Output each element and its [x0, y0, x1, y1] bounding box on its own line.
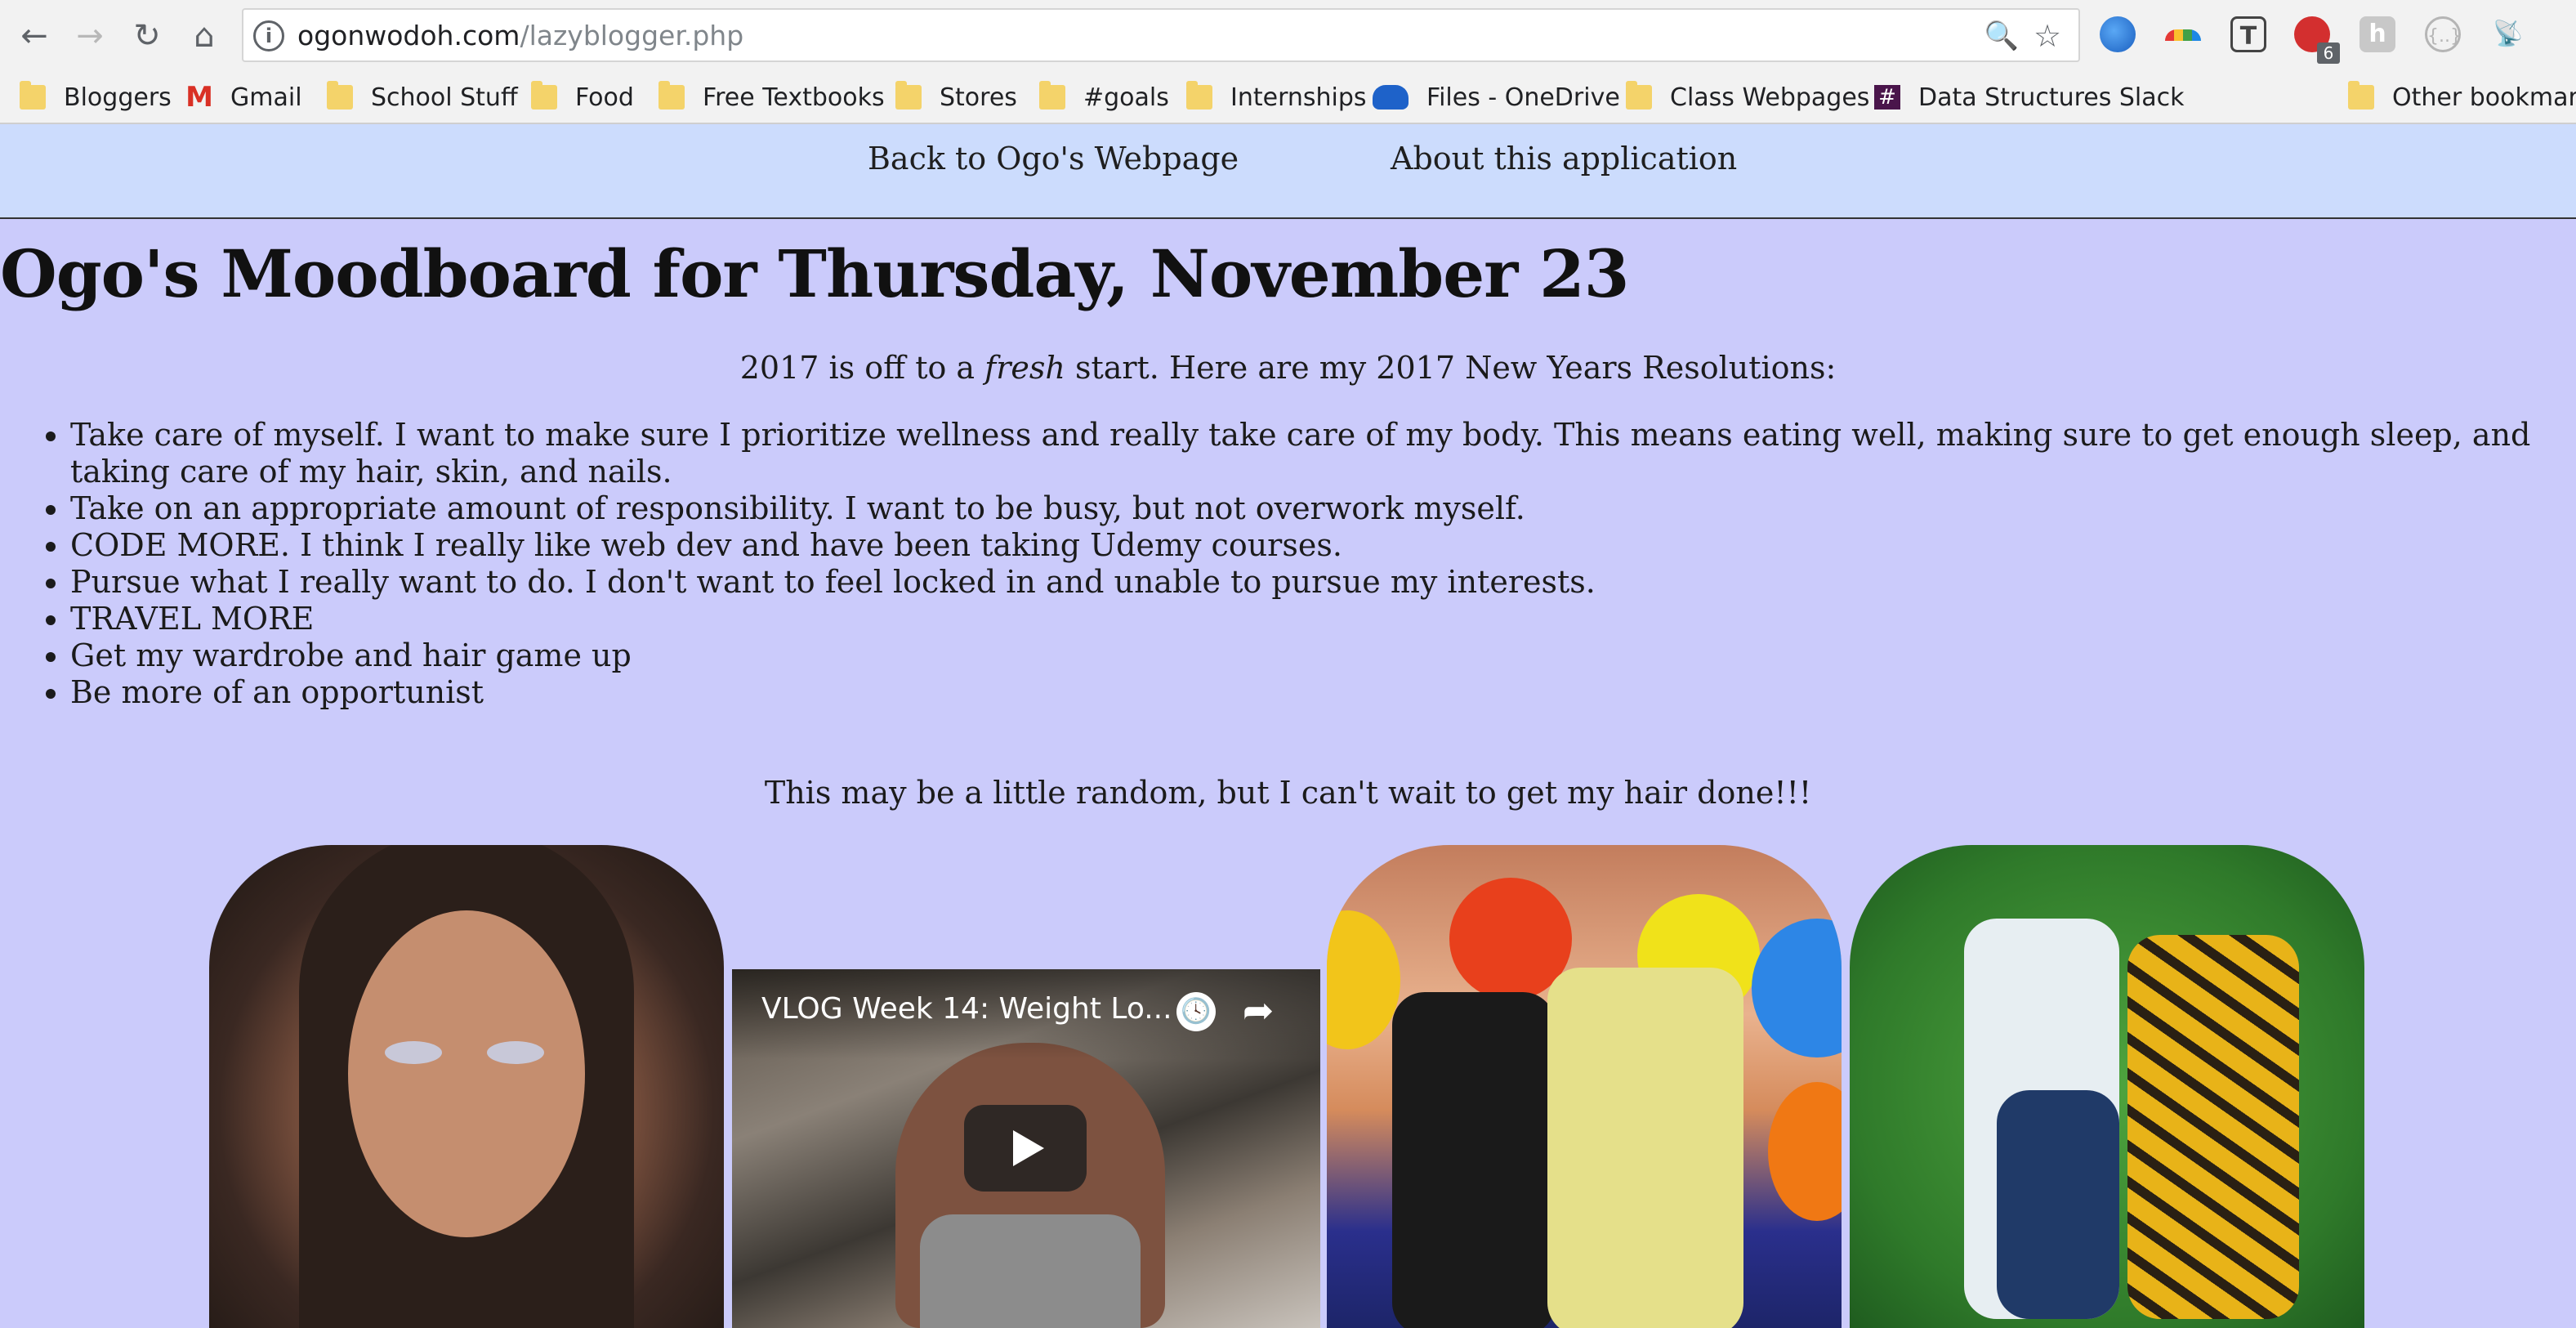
- list-item: Pursue what I really want to do. I don't…: [70, 564, 2554, 601]
- bookmark-label: Stores: [940, 83, 1017, 112]
- list-item: Be more of an opportunist: [70, 674, 2554, 711]
- video-title[interactable]: VLOG Week 14: Weight Lo...: [761, 992, 1172, 1026]
- honey-extension-icon[interactable]: h: [2359, 16, 2395, 52]
- list-item: TRAVEL MORE: [70, 601, 2554, 637]
- photo-person-shape: [1547, 968, 1743, 1328]
- folder-icon: [2348, 81, 2374, 110]
- page-title: Ogo's Moodboard for Thursday, November 2…: [0, 235, 1629, 312]
- watch-later-icon[interactable]: 🕓: [1176, 992, 1216, 1031]
- bookmark-star-icon[interactable]: ☆: [2029, 18, 2065, 54]
- back-arrow-icon[interactable]: ←: [11, 13, 57, 59]
- list-item: Take on an appropriate amount of respons…: [70, 490, 2554, 527]
- site-info-icon[interactable]: i: [253, 20, 284, 51]
- slack-icon: #: [1874, 85, 1900, 110]
- folder-icon: [1626, 81, 1652, 110]
- reload-icon[interactable]: ↻: [124, 13, 170, 59]
- bookmark-label: Other bookmarks: [2392, 83, 2576, 112]
- folder-icon: [531, 81, 557, 110]
- folder-icon: [895, 81, 922, 110]
- back-to-webpage-link[interactable]: Back to Ogo's Webpage: [868, 141, 1239, 177]
- list-item: CODE MORE. I think I really like web dev…: [70, 527, 2554, 564]
- code-extension-icon[interactable]: {..}: [2425, 16, 2462, 52]
- bookmark-internships[interactable]: Internships: [1186, 77, 1367, 118]
- folder-icon: [1039, 81, 1065, 110]
- folder-icon: [659, 81, 685, 110]
- photo-face-shape: [348, 910, 585, 1237]
- random-note: This may be a little random, but I can't…: [764, 775, 1812, 811]
- photo-person-shape: [1392, 992, 1556, 1328]
- bookmark-label: Bloggers: [64, 83, 172, 112]
- folder-icon: [1186, 81, 1212, 110]
- site-nav: Back to Ogo's Webpage About this applica…: [0, 124, 2576, 219]
- intro-text-before: 2017 is off to a: [739, 350, 985, 386]
- zoom-icon[interactable]: 🔍: [1984, 18, 2020, 54]
- photo-eye-shape: [385, 1041, 442, 1064]
- video-embed[interactable]: VLOG Week 14: Weight Lo... 🕓 ➦: [732, 969, 1320, 1328]
- photo-eye-shape: [487, 1041, 544, 1064]
- resolutions-list: Take care of myself. I want to make sure…: [70, 417, 2554, 711]
- intro-text-after: start. Here are my 2017 New Years Resolu…: [1065, 350, 1837, 386]
- bookmark-label: Free Textbooks: [703, 83, 885, 112]
- bookmark-data-structures-slack[interactable]: # Data Structures Slack: [1874, 77, 2185, 118]
- folder-icon: [327, 81, 353, 110]
- photo-decor-shape: [1327, 910, 1400, 1049]
- folder-icon: [20, 81, 46, 110]
- url-domain: ogonwodoh.com: [297, 20, 520, 51]
- share-icon[interactable]: ➦: [1235, 987, 1281, 1033]
- play-icon: [1013, 1130, 1044, 1166]
- bookmark-class-webpages[interactable]: Class Webpages: [1626, 77, 1869, 118]
- video-clothing-shape: [920, 1214, 1141, 1328]
- bookmark-goals[interactable]: #goals: [1039, 77, 1169, 118]
- extension-badge: 6: [2317, 42, 2340, 64]
- about-application-link[interactable]: About this application: [1391, 141, 1737, 177]
- forward-arrow-icon[interactable]: →: [67, 13, 113, 59]
- globe-extension-icon[interactable]: [2100, 16, 2136, 52]
- photo-person-shape: [2127, 935, 2299, 1319]
- bookmark-gmail[interactable]: M Gmail: [185, 77, 302, 118]
- rainbow-extension-icon[interactable]: [2165, 29, 2201, 41]
- browser-toolbar: ← → ↻ ⌂ i ogonwodoh.com/lazyblogger.php …: [0, 0, 2576, 72]
- intro-emphasis: fresh: [984, 350, 1065, 386]
- play-button[interactable]: [964, 1105, 1087, 1192]
- url-path: /lazyblogger.php: [520, 20, 744, 51]
- intro-text: 2017 is off to a fresh start. Here are m…: [0, 350, 2576, 386]
- bookmark-label: Internships: [1230, 83, 1367, 112]
- bookmark-label: Files - OneDrive: [1426, 83, 1620, 112]
- bookmark-label: Class Webpages: [1670, 83, 1870, 112]
- bookmark-other-bookmarks[interactable]: Other bookmarks: [2348, 77, 2576, 118]
- bookmark-label: #goals: [1083, 83, 1169, 112]
- bookmark-label: Data Structures Slack: [1918, 83, 2185, 112]
- bookmark-bloggers[interactable]: Bloggers: [20, 77, 172, 118]
- bookmark-label: Gmail: [230, 83, 302, 112]
- duo-couch-photo: [1327, 845, 1842, 1328]
- photo-person-shape: [1997, 1090, 2119, 1319]
- bookmark-stores[interactable]: Stores: [895, 77, 1017, 118]
- photo-decor-shape: [1768, 1082, 1842, 1221]
- satellite-extension-icon[interactable]: 📡: [2490, 16, 2526, 52]
- list-item: Get my wardrobe and hair game up: [70, 637, 2554, 674]
- address-url[interactable]: ogonwodoh.com/lazyblogger.php: [297, 20, 743, 52]
- tampermonkey-extension-icon[interactable]: T: [2230, 16, 2266, 52]
- bookmark-label: Food: [575, 83, 634, 112]
- portrait-photo: [209, 845, 724, 1328]
- bookmark-onedrive[interactable]: Files - OneDrive: [1373, 77, 1620, 118]
- duo-grass-photo: [1850, 845, 2364, 1328]
- bookmark-food[interactable]: Food: [531, 77, 634, 118]
- bookmark-label: School Stuff: [371, 83, 518, 112]
- bookmark-school-stuff[interactable]: School Stuff: [327, 77, 518, 118]
- address-bar[interactable]: i ogonwodoh.com/lazyblogger.php 🔍 ☆: [242, 8, 2080, 62]
- browser-chrome: ← → ↻ ⌂ i ogonwodoh.com/lazyblogger.php …: [0, 0, 2576, 124]
- bookmarks-bar: Bloggers M Gmail School Stuff Food Free …: [0, 72, 2576, 124]
- gmail-icon: M: [185, 81, 213, 114]
- photo-decor-shape: [1752, 919, 1842, 1057]
- list-item: Take care of myself. I want to make sure…: [70, 417, 2554, 490]
- bookmark-free-textbooks[interactable]: Free Textbooks: [659, 77, 885, 118]
- cloud-icon: [1373, 85, 1409, 110]
- home-icon[interactable]: ⌂: [181, 13, 227, 59]
